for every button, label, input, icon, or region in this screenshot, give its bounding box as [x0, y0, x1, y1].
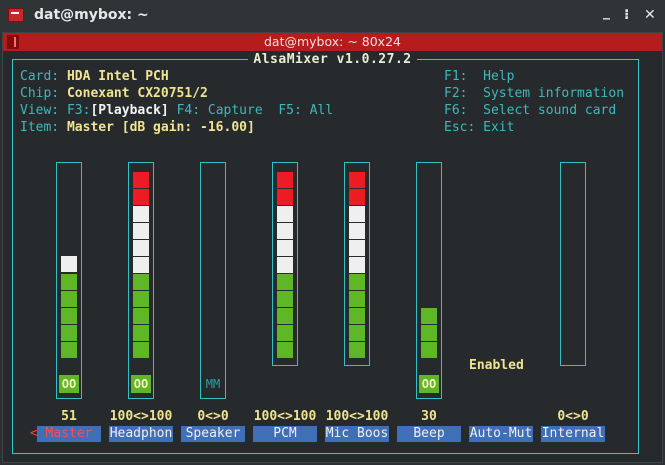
terminal-titlebar: dat@mybox: ~ 80x24 [3, 33, 662, 51]
level-segment [349, 223, 365, 239]
level-segment [133, 274, 149, 290]
headphone-volume-bar[interactable]: OO [128, 162, 154, 399]
alsamixer-title: AlsaMixer v1.0.27.2 [0, 52, 665, 67]
speaker-volume-bar[interactable]: MM [200, 162, 226, 399]
mic-boost-volume-value: 100<>100 [325, 409, 389, 424]
level-segment [277, 240, 293, 256]
level-segment [277, 274, 293, 290]
master-volume-value: 51 [61, 409, 77, 424]
view-info-line: View: F3:[Playback] F4: Capture F5: All [20, 103, 334, 118]
speaker-volume-value: 0<>0 [197, 409, 229, 424]
channel-pcm[interactable]: PCM [253, 426, 317, 442]
speaker-mute-toggle[interactable]: MM [203, 375, 223, 393]
level-segment [277, 223, 293, 239]
terminal-tab-marker-icon [7, 35, 19, 49]
level-segment [133, 308, 149, 324]
view-all[interactable]: F5: All [278, 103, 333, 118]
level-segment [277, 342, 293, 358]
beep-volume-value: 30 [421, 409, 437, 424]
level-segment [133, 342, 149, 358]
level-segment [277, 206, 293, 222]
headphone-volume-value: 100<>100 [109, 409, 173, 424]
channel-master[interactable]: Master [37, 426, 101, 442]
channel-speaker[interactable]: Speaker [181, 426, 245, 442]
close-button[interactable]: ✕ [644, 7, 656, 23]
mic-boost-volume-bar[interactable] [344, 162, 370, 366]
channel-headphone[interactable]: Headphon [109, 426, 173, 442]
chip-value: Conexant CX20751/2 [66, 86, 208, 101]
card-info-line: Card: HDA Intel PCH [20, 69, 169, 84]
terminal-title: dat@mybox: ~ 80x24 [263, 34, 401, 49]
level-segment [61, 342, 77, 358]
item-value: Master [dB gain: -16.00] [66, 120, 255, 135]
headphone-mute-toggle[interactable]: OO [131, 375, 151, 393]
terminal-app-icon [8, 8, 24, 22]
level-segment [61, 256, 77, 272]
beep-volume-bar[interactable]: OO [416, 162, 442, 399]
help-line-f2[interactable]: F2: System information [444, 85, 624, 102]
level-segment [421, 342, 437, 358]
window-titlebar: dat@mybox: ~ _ ⁝ ✕ [0, 0, 665, 32]
level-segment [277, 325, 293, 341]
help-line-f1[interactable]: F1: Help [444, 68, 514, 85]
level-segment [133, 325, 149, 341]
level-segment [349, 342, 365, 358]
level-segment [61, 291, 77, 307]
maximize-button[interactable]: ⁝ [624, 7, 629, 23]
window-title: dat@mybox: ~ [34, 7, 149, 23]
beep-mute-toggle[interactable]: OO [419, 375, 439, 393]
level-segment [133, 257, 149, 273]
level-segment [349, 172, 365, 188]
level-segment [421, 325, 437, 341]
pcm-volume-bar[interactable] [272, 162, 298, 366]
chip-info-line: Chip: Conexant CX20751/2 [20, 86, 208, 101]
level-segment [349, 257, 365, 273]
auto-mute-state[interactable]: Enabled [469, 358, 524, 373]
channel-beep[interactable]: Beep [397, 426, 461, 442]
level-segment [133, 240, 149, 256]
level-segment [133, 291, 149, 307]
level-segment [421, 308, 437, 324]
level-segment [277, 189, 293, 205]
item-info-line: Item: Master [dB gain: -16.00] [20, 120, 255, 135]
level-segment [133, 206, 149, 222]
channel-mic-boost[interactable]: Mic Boos [325, 426, 389, 442]
level-segment [61, 325, 77, 341]
internal-volume-value: 0<>0 [557, 409, 589, 424]
pcm-volume-value: 100<>100 [253, 409, 317, 424]
level-segment [277, 308, 293, 324]
level-segment [349, 274, 365, 290]
level-segment [349, 325, 365, 341]
level-segment [349, 189, 365, 205]
level-segment [349, 240, 365, 256]
help-line-f6[interactable]: F6: Select sound card [444, 102, 616, 119]
level-segment [277, 291, 293, 307]
level-segment [133, 172, 149, 188]
level-segment [133, 189, 149, 205]
level-segment [349, 206, 365, 222]
level-segment [277, 257, 293, 273]
level-segment [349, 308, 365, 324]
view-capture[interactable]: F4: Capture [177, 103, 263, 118]
help-line-esc[interactable]: Esc: Exit [444, 119, 514, 136]
level-segment [133, 223, 149, 239]
card-value: HDA Intel PCH [66, 69, 169, 84]
view-playback[interactable]: [Playback] [90, 103, 168, 118]
master-volume-bar[interactable]: OO [56, 162, 82, 399]
channel-auto-mute[interactable]: Auto-Mut [469, 426, 533, 442]
level-segment [349, 291, 365, 307]
master-mute-toggle[interactable]: OO [59, 375, 79, 393]
channel-internal[interactable]: Internal [541, 426, 605, 442]
internal-volume-bar[interactable] [560, 162, 586, 366]
level-segment [277, 172, 293, 188]
minimize-button[interactable]: _ [603, 4, 610, 20]
level-segment [61, 308, 77, 324]
level-segment [61, 274, 77, 290]
